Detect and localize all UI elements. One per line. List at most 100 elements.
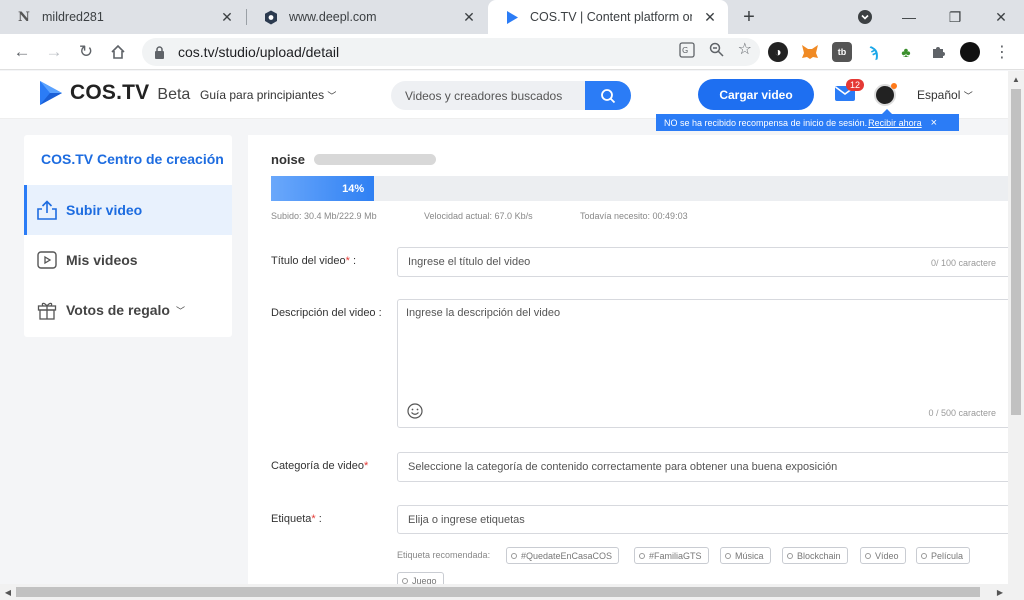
redacted-file-name [314, 154, 436, 165]
tab-title: mildred281 [42, 10, 104, 24]
category-label: Categoría de video* [271, 460, 369, 472]
file-name: noise [271, 152, 305, 167]
new-tab-icon[interactable]: + [736, 4, 762, 30]
time-remaining: Todavía necesito: 00:49:03 [580, 211, 688, 221]
recommended-tag[interactable]: Blockchain [782, 547, 848, 564]
metamask-fox-icon[interactable] [800, 42, 820, 62]
gift-icon [36, 299, 58, 321]
extensions-puzzle-icon[interactable] [928, 42, 948, 62]
category-select[interactable]: Seleccione la categoría de contenido cor… [397, 452, 1008, 482]
svg-text:G: G [682, 46, 688, 55]
tag-label: Etiqueta* : [271, 513, 322, 525]
close-icon[interactable]: × [931, 117, 937, 129]
zoom-icon[interactable] [709, 42, 724, 61]
sidebar-item-my-videos[interactable]: Mis videos [24, 235, 232, 285]
description-char-counter: 0 / 500 caractere [928, 408, 996, 418]
extension-icon[interactable]: ◑ [768, 42, 788, 62]
reload-icon[interactable]: ↻ [72, 38, 100, 66]
creator-sidebar: COS.TV Centro de creación Subir video Mi… [24, 135, 232, 337]
title-input[interactable]: Ingrese el título del video 0/ 100 carac… [397, 247, 1008, 277]
url-text: cos.tv/studio/upload/detail [178, 44, 340, 60]
emoji-icon[interactable] [407, 403, 423, 422]
progress-percent: 14% [342, 182, 365, 195]
title-placeholder: Ingrese el título del video [408, 256, 531, 268]
description-textarea[interactable]: Ingrese la descripción del video 0 / 500… [397, 299, 1008, 428]
tag-input[interactable]: Elija o ingrese etiquetas [397, 505, 1008, 534]
tag-icon [787, 552, 793, 559]
vertical-scroll-thumb[interactable] [1011, 89, 1021, 415]
costv-logo[interactable]: COS.TV Beta [38, 79, 190, 107]
address-bar[interactable]: cos.tv/studio/upload/detail G ☆ [142, 38, 760, 66]
mail-count-badge: 12 [846, 79, 865, 91]
deepl-icon [263, 9, 279, 25]
tag-icon [865, 552, 871, 559]
title-char-counter: 0/ 100 caractere [930, 258, 996, 268]
bookmark-star-icon[interactable]: ☆ [738, 42, 752, 61]
tag-icon [639, 552, 645, 559]
upload-speed: Velocidad actual: 67.0 Kb/s [424, 211, 533, 221]
tag-icon [921, 552, 927, 559]
sidebar-item-upload-video[interactable]: Subir video [24, 185, 232, 235]
extension-icon[interactable]: ϡ [864, 42, 884, 62]
upload-video-button[interactable]: Cargar video [698, 79, 814, 110]
scroll-left-icon[interactable]: ◀ [0, 584, 16, 600]
notification-dot [891, 83, 897, 89]
close-tab-icon[interactable]: ✕ [702, 9, 718, 25]
costv-play-icon [504, 9, 520, 25]
home-icon[interactable] [104, 38, 132, 66]
extension-icon[interactable]: ♣ [896, 42, 916, 62]
search-input[interactable] [391, 81, 585, 110]
logo-text: COS.TV [70, 81, 150, 104]
title-label: Título del video* : [271, 255, 357, 267]
browser-toolbar: ← → ↻ cos.tv/studio/upload/detail G ☆ ◑ … [0, 34, 1024, 70]
login-reward-tooltip: NO se ha recibido recompensa de inicio d… [656, 109, 959, 131]
horizontal-scroll-thumb[interactable] [16, 587, 980, 597]
sidebar-item-gift-votes[interactable]: Votos de regalo ﹀ [24, 285, 232, 335]
description-placeholder: Ingrese la descripción del video [406, 307, 561, 319]
logo-beta: Beta [157, 86, 191, 103]
reward-claim-link[interactable]: Recibir ahora [868, 118, 922, 128]
sidebar-item-label: Subir video [66, 202, 143, 218]
search-box [391, 81, 631, 110]
restore-icon[interactable]: ❐ [932, 0, 978, 34]
minimize-icon[interactable]: — [886, 0, 932, 34]
upload-icon [36, 199, 58, 221]
search-button[interactable] [585, 81, 631, 110]
beginners-guide-menu[interactable]: Guía para principiantes ﹀ [200, 88, 336, 102]
recommended-tag[interactable]: #QuedateEnCasaCOS [506, 547, 620, 564]
browser-menu-icon[interactable]: ⋮ [992, 42, 1012, 62]
tab-costv[interactable]: COS.TV | Content platform on blc ✕ [488, 0, 728, 34]
profile-avatar-icon[interactable] [960, 42, 980, 62]
extension-icon[interactable]: tb [832, 42, 852, 62]
language-selector[interactable]: Español ﹀ [917, 88, 973, 102]
tag-icon [725, 552, 731, 559]
vertical-scrollbar[interactable]: ▲ [1008, 71, 1024, 584]
costv-logo-icon [40, 81, 62, 105]
tab-mildred281[interactable]: N mildred281 ✕ [0, 0, 245, 34]
horizontal-scrollbar[interactable]: ◀ ▶ [0, 584, 1024, 600]
scroll-up-icon[interactable]: ▲ [1008, 71, 1024, 87]
notion-n-icon: N [18, 9, 30, 25]
close-tab-icon[interactable]: ✕ [461, 9, 477, 25]
recommended-tag[interactable]: #FamiliaGTS [634, 547, 709, 564]
forward-icon[interactable]: → [40, 38, 68, 66]
tag-icon [511, 552, 517, 559]
sidebar-item-label: Mis videos [66, 252, 138, 268]
recommended-tag[interactable]: Vídeo [860, 547, 906, 564]
language-label: Español [917, 88, 961, 102]
scroll-right-icon[interactable]: ▶ [992, 584, 1008, 600]
site-header: COS.TV Beta Guía para principiantes ﹀ Ca… [0, 71, 1008, 119]
recommended-tag[interactable]: Música [720, 547, 771, 564]
tab-deepl[interactable]: www.deepl.com ✕ [247, 0, 487, 34]
recommended-tags-label: Etiqueta recomendada: [397, 550, 491, 560]
reward-text: NO se ha recibido recompensa de inicio d… [664, 117, 868, 128]
tab-search-icon[interactable] [842, 0, 888, 34]
close-window-icon[interactable]: ✕ [978, 0, 1024, 34]
tab-title: COS.TV | Content platform on blc [530, 10, 692, 24]
translate-icon[interactable]: G [679, 42, 695, 61]
close-tab-icon[interactable]: ✕ [219, 9, 235, 25]
recommended-tag[interactable]: Película [916, 547, 971, 564]
play-box-icon [36, 249, 58, 271]
back-icon[interactable]: ← [8, 38, 36, 66]
tag-placeholder: Elija o ingrese etiquetas [408, 514, 525, 526]
